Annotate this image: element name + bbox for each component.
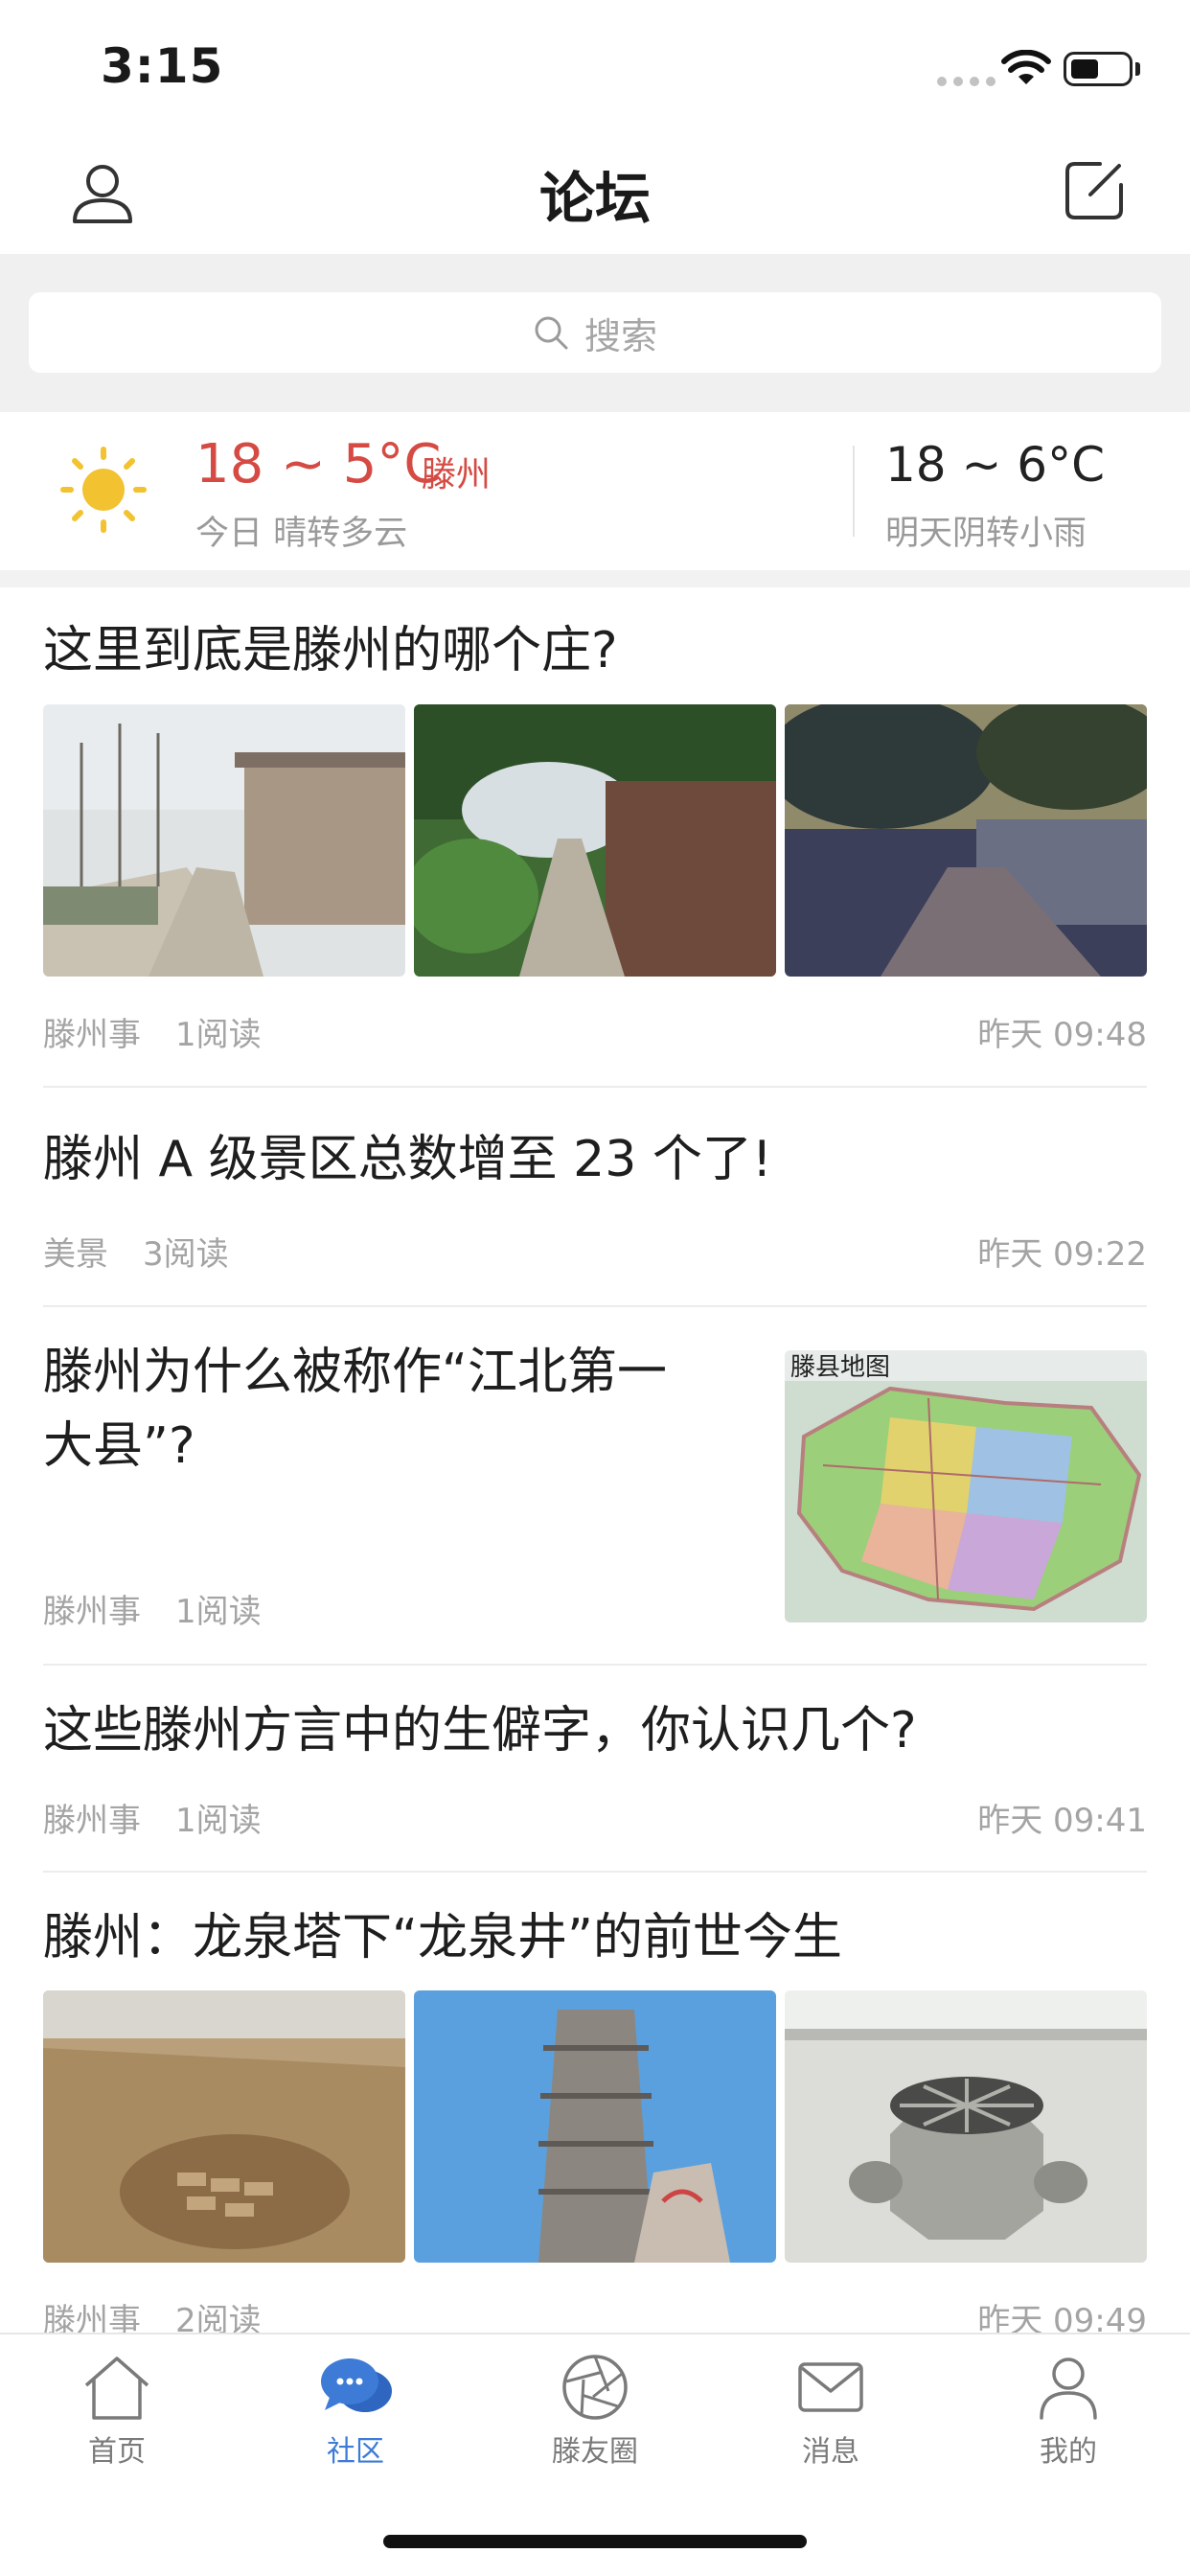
home-icon <box>84 2357 149 2420</box>
tab-label: 首页 <box>88 2435 146 2469</box>
divider <box>43 1305 1147 1307</box>
tab-moments[interactable]: 滕友圈 <box>499 2353 691 2470</box>
map-caption: 滕县地图 <box>790 1353 890 1382</box>
map-image[interactable]: 滕县地图 <box>785 1350 1147 1622</box>
read-count: 1阅读 <box>175 1802 262 1840</box>
tab-label: 我的 <box>1040 2435 1097 2469</box>
home-indicator[interactable] <box>383 2535 807 2548</box>
tab-label: 社区 <box>327 2435 384 2469</box>
battery-icon <box>1064 52 1133 86</box>
read-count: 1阅读 <box>175 1593 262 1631</box>
page-title: 论坛 <box>538 166 651 231</box>
aperture-icon <box>562 2355 628 2420</box>
wifi-icon <box>1001 50 1051 84</box>
post-category[interactable]: 滕州事 <box>43 1593 141 1631</box>
divider <box>43 1871 1147 1873</box>
tab-me[interactable]: 我的 <box>973 2353 1164 2470</box>
post-image[interactable] <box>414 1990 776 2263</box>
post-image[interactable] <box>43 1990 405 2263</box>
today-weather-desc: 今日 晴转多云 <box>195 515 408 553</box>
search-placeholder: 搜索 <box>584 314 657 357</box>
post-title[interactable]: 滕州：龙泉塔下“龙泉井”的前世今生 <box>43 1905 842 1970</box>
post-title-line2[interactable]: 大县”? <box>43 1414 195 1479</box>
city-label: 滕州 <box>422 455 492 494</box>
tab-label: 消息 <box>802 2435 859 2469</box>
sunny-icon <box>60 447 147 533</box>
post-image[interactable] <box>785 1990 1147 2263</box>
person-icon <box>1040 2358 1097 2420</box>
post-title[interactable]: 滕州 A 级景区总数增至 23 个了! <box>43 1127 772 1192</box>
post-category[interactable]: 滕州事 <box>43 1016 141 1054</box>
post-time: 昨天 09:22 <box>977 1235 1147 1274</box>
divider <box>43 1664 1147 1666</box>
post-image[interactable] <box>785 704 1147 977</box>
divider <box>43 1086 1147 1088</box>
mail-icon <box>798 2362 863 2412</box>
search-input[interactable]: 搜索 <box>29 292 1161 373</box>
post-time: 昨天 09:48 <box>977 1016 1147 1054</box>
read-count: 1阅读 <box>175 1016 262 1054</box>
chat-bubble-icon <box>321 2358 392 2412</box>
compose-icon[interactable] <box>1062 158 1127 223</box>
status-time: 3:15 <box>101 38 224 94</box>
tomorrow-weather-desc: 明天阴转小雨 <box>885 515 1087 553</box>
post-category[interactable]: 滕州事 <box>43 1802 141 1840</box>
search-icon <box>535 316 568 350</box>
divider <box>853 446 855 537</box>
post-image[interactable] <box>414 704 776 977</box>
tab-label: 滕友圈 <box>552 2435 638 2469</box>
post-title-line1[interactable]: 滕州为什么被称作“江北第一 <box>43 1340 667 1405</box>
post-category[interactable]: 美景 <box>43 1235 108 1274</box>
post-image[interactable] <box>43 704 405 977</box>
tab-home[interactable]: 首页 <box>21 2353 213 2470</box>
post-title[interactable]: 这里到底是滕州的哪个庄? <box>43 618 618 683</box>
post-title[interactable]: 这些滕州方言中的生僻字，你认识几个? <box>43 1698 917 1763</box>
read-count: 3阅读 <box>143 1235 229 1274</box>
tomorrow-temperature: 18 ~ 6°C <box>885 437 1106 493</box>
tab-community[interactable]: 社区 <box>260 2353 451 2470</box>
cellular-signal-icon <box>937 77 995 86</box>
today-temperature: 18 ~ 5°C <box>195 433 442 495</box>
tab-messages[interactable]: 消息 <box>735 2353 927 2470</box>
post-time: 昨天 09:41 <box>977 1802 1147 1840</box>
